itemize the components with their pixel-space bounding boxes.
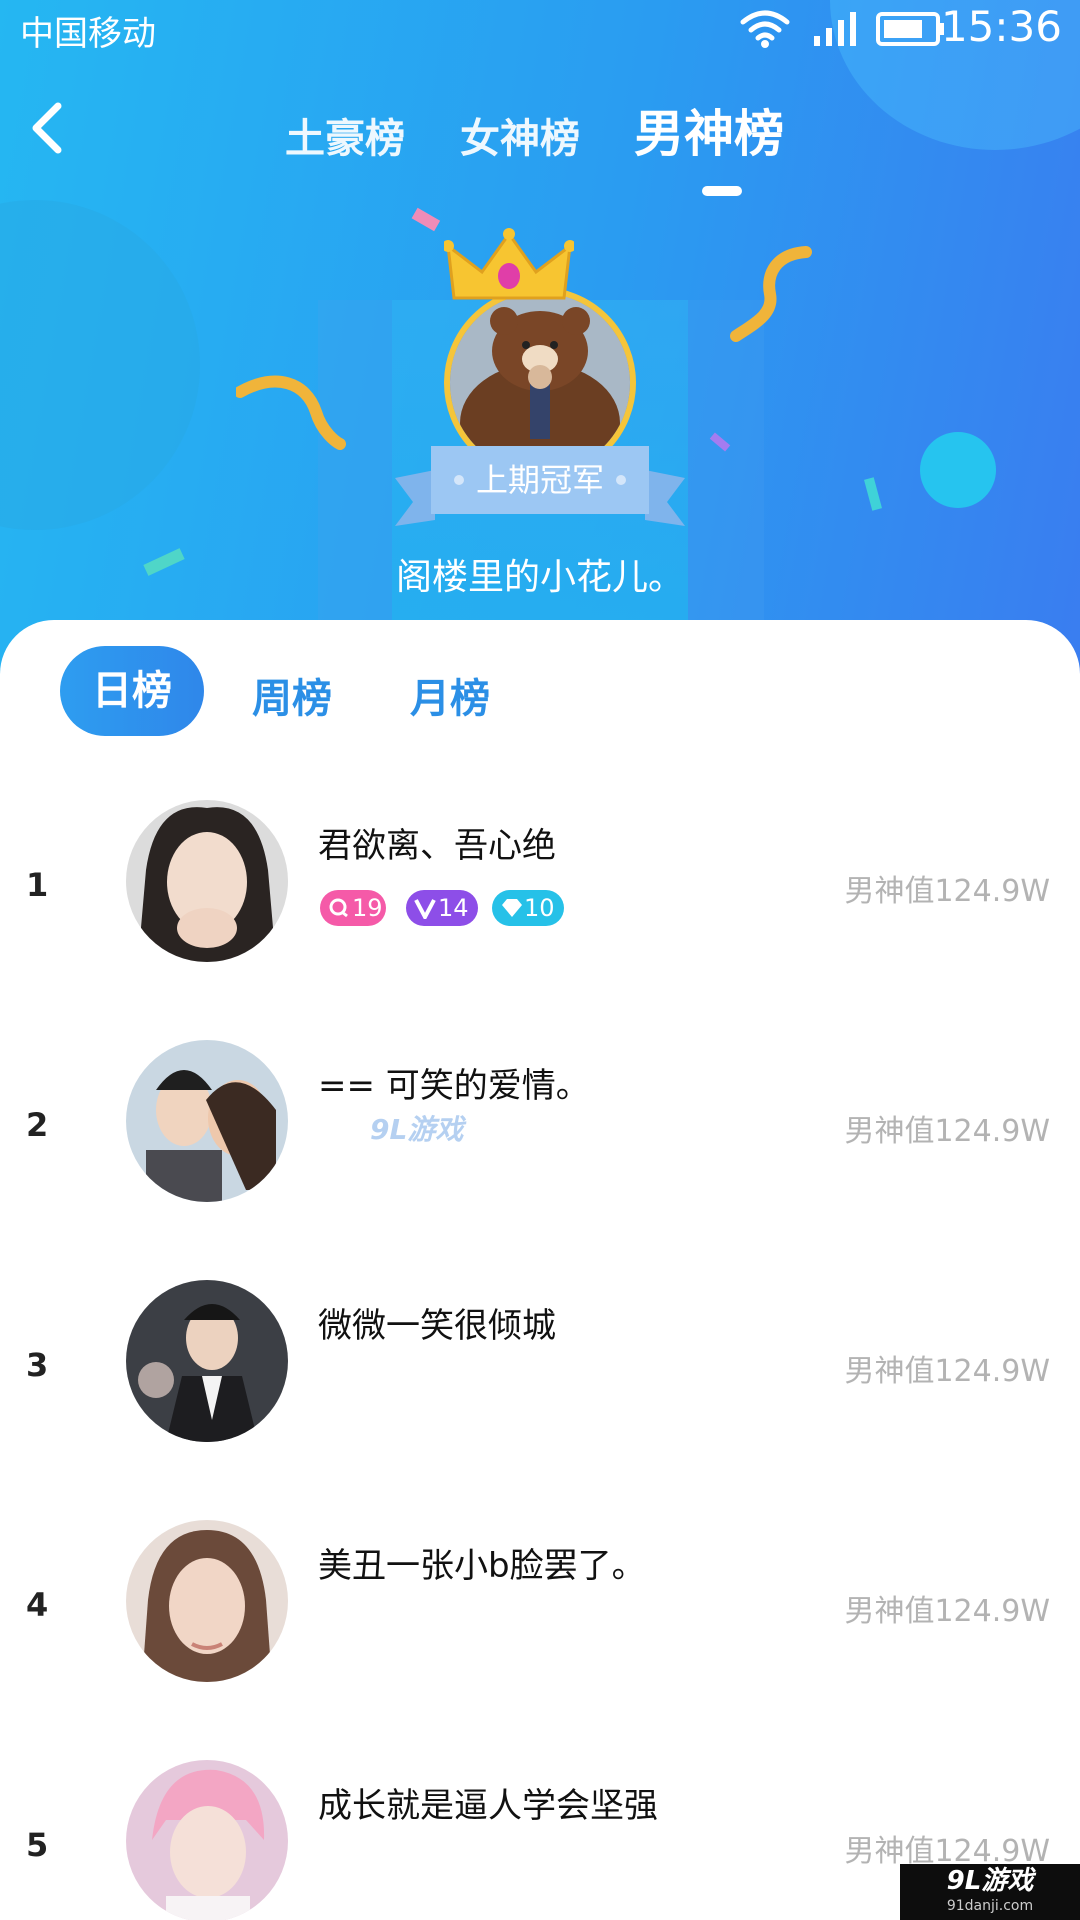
ranking-row[interactable]: 2 == 可笑的爱情。 男神值124.9W [0,1040,1080,1240]
level-badge: 19 [320,890,386,926]
confetti-decor [709,432,731,452]
watermark-corner: 9L游戏 91danji.com [900,1864,1080,1920]
score-value: 男神值124.9W [844,1594,1050,1629]
user-name: == 可笑的爱情。 [318,1066,590,1106]
ranking-row[interactable]: 4 美丑一张小b脸罢了。 男神值124.9W [0,1520,1080,1720]
battery-icon [876,12,944,46]
active-tab-indicator [702,186,742,196]
ranking-row[interactable]: 1 君欲离、吾心绝 19 14 10 男神值124.9W [0,800,1080,1000]
clock: 15:36 [940,2,1062,51]
tab-weekly[interactable]: 周榜 [252,666,332,724]
tab-nanshen[interactable]: 男神榜 [634,94,784,166]
user-name: 微微一笑很倾城 [318,1306,556,1346]
confetti-ribbon-decor [730,246,812,342]
avatar-photo [126,1040,288,1202]
confetti-decor [411,207,441,232]
user-level-icon [329,898,348,918]
rank-number: 3 [26,1346,49,1384]
score-value: 男神值124.9W [844,1114,1050,1149]
rank-number: 4 [26,1586,49,1624]
vip-badge: 14 [406,890,478,926]
wifi-icon [740,10,790,48]
signal-icon [814,12,856,46]
avatar-photo [126,800,288,962]
tab-monthly[interactable]: 月榜 [410,666,490,724]
watermark-corner-main: 9L游戏 [946,1866,1034,1896]
score-value: 男神值124.9W [844,874,1050,909]
ranking-row[interactable]: 3 微微一笑很倾城 男神值124.9W [0,1280,1080,1480]
user-avatar[interactable] [126,1280,288,1442]
avatar-photo [126,1760,288,1920]
crown-icon [444,228,574,300]
back-arrow-icon[interactable] [24,100,74,156]
user-avatar[interactable] [126,1760,288,1920]
confetti-ribbon-decor [236,375,346,450]
status-bar: 中国移动 15:36 [0,0,1080,56]
avatar-photo [126,1280,288,1442]
rank-number: 5 [26,1826,49,1864]
score-value: 男神值124.9W [844,1354,1050,1389]
user-avatar[interactable] [126,1040,288,1202]
user-avatar[interactable] [126,1520,288,1682]
confetti-decor [864,477,882,511]
tab-daily[interactable]: 日榜 [60,646,204,736]
avatar-photo [126,1520,288,1682]
tab-tuhao[interactable]: 土豪榜 [285,106,405,164]
rank-number: 1 [26,866,49,904]
tab-nvshen[interactable]: 女神榜 [460,106,580,164]
champion-ribbon-label: 上期冠军 [475,461,604,499]
user-name: 成长就是逼人学会坚强 [318,1786,658,1826]
rank-number: 2 [26,1106,49,1144]
user-name: 美丑一张小b脸罢了。 [318,1546,646,1586]
watermark-logo: 9L游戏 [370,1113,464,1146]
champion-name: 阁楼里的小花儿。 [395,557,684,598]
watermark-corner-sub: 91danji.com [946,1898,1034,1914]
diamond-icon [502,899,522,917]
decor-circle [920,432,996,508]
carrier-label: 中国移动 [20,14,156,54]
confetti-decor [143,548,185,576]
user-avatar[interactable] [126,800,288,962]
decor-blob [0,200,200,530]
vip-v-icon [414,899,436,919]
diamond-badge: 10 [492,890,564,926]
user-name: 君欲离、吾心绝 [318,826,556,866]
